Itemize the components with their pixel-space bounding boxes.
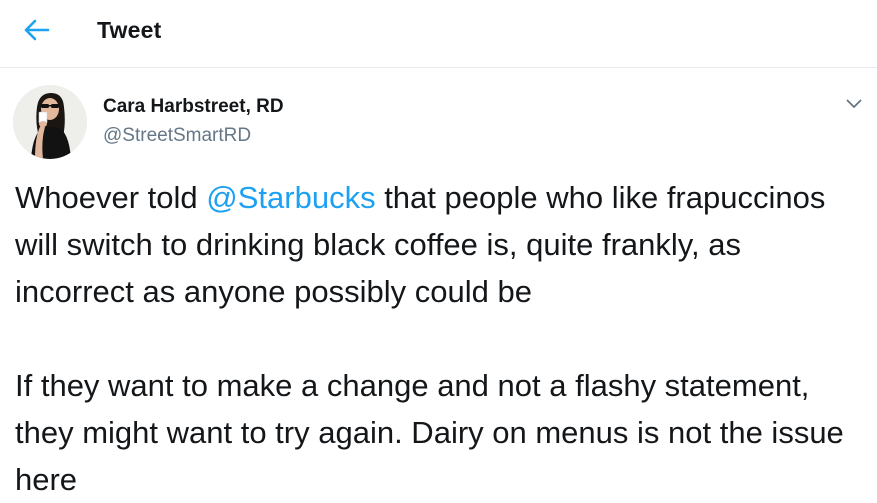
page-title: Tweet [97, 17, 162, 43]
mention-link-starbucks[interactable]: @Starbucks [206, 180, 375, 215]
avatar[interactable] [13, 85, 87, 159]
tweet-header: Tweet [0, 0, 877, 68]
tweet-text-segment: Whoever told [15, 180, 207, 215]
chevron-down-icon [846, 96, 862, 114]
more-options-button[interactable] [838, 89, 870, 121]
tweet-text: Whoever told @Starbucks that people who … [15, 174, 865, 503]
tweet-paragraph-1: Whoever told @Starbucks that people who … [15, 174, 865, 315]
author-handle[interactable]: @StreetSmartRD [103, 125, 251, 147]
arrow-left-icon [24, 19, 50, 41]
author-display-name[interactable]: Cara Harbstreet, RD [103, 96, 284, 118]
tweet-paragraph-2: If they want to make a change and not a … [15, 368, 844, 497]
back-button[interactable] [18, 11, 56, 49]
